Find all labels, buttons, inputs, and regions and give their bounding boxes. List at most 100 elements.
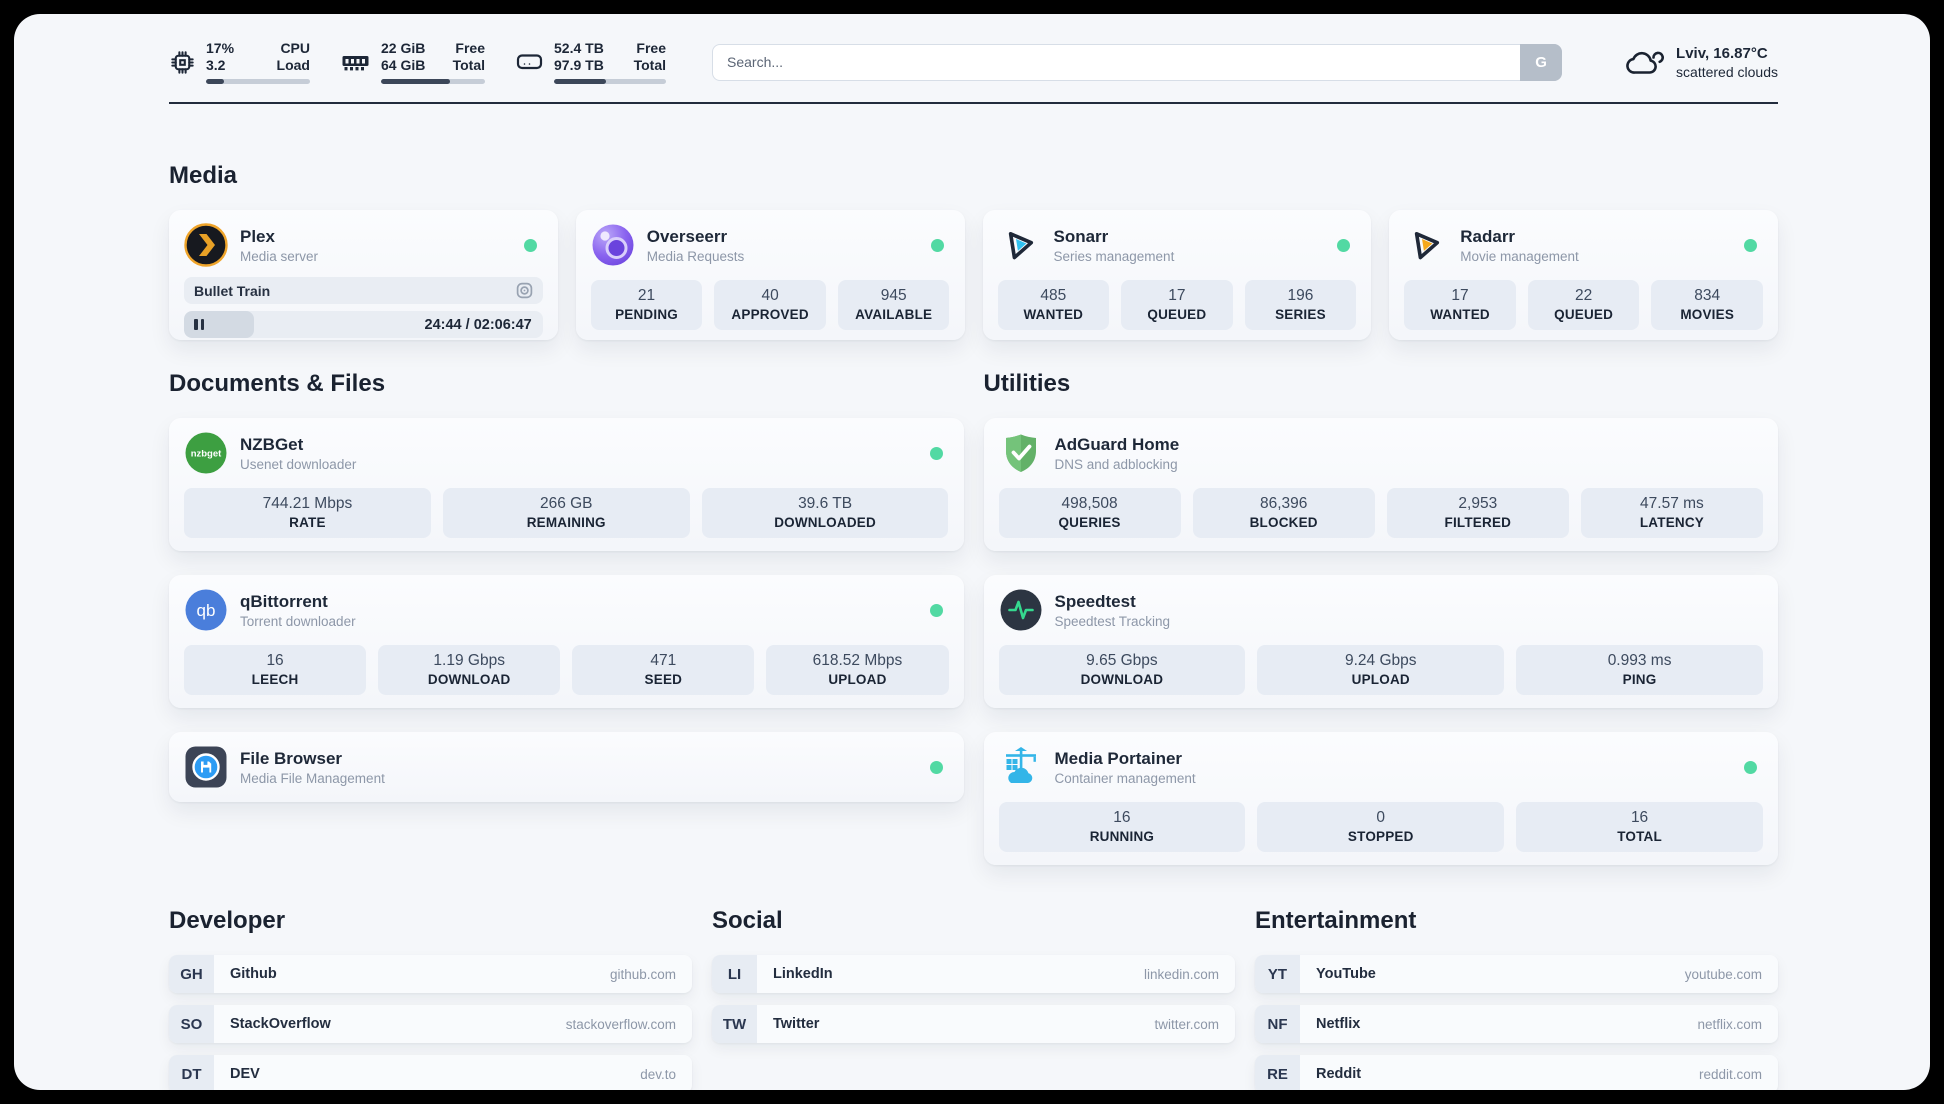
utilities-column: Utilities AdGuard Home DNS and adblockin… bbox=[983, 340, 1778, 865]
svg-text:qb: qb bbox=[197, 601, 216, 620]
app-card-sonarr[interactable]: Sonarr Series management 485 WANTED 17 QUE… bbox=[982, 210, 1372, 340]
stat-box: 39.6 TB DOWNLOADED bbox=[701, 488, 949, 538]
disk-icon bbox=[516, 54, 543, 70]
link-abbr-badge: LI bbox=[712, 955, 757, 993]
metric-value: 64 GiB bbox=[381, 57, 426, 73]
link-name: StackOverflow bbox=[230, 1016, 331, 1032]
app-name: File Browser bbox=[240, 748, 343, 768]
status-online-dot bbox=[929, 446, 943, 460]
media-cards-row: Plex Media server Bullet Train 24:44 / 0… bbox=[169, 210, 1778, 340]
video-icon bbox=[516, 282, 533, 299]
links-column-social: Social LI LinkedIn linkedin.com TW Twitt… bbox=[712, 865, 1235, 1043]
link-row-netflix[interactable]: NF Netflix netflix.com bbox=[1255, 1005, 1778, 1043]
app-card-adguard[interactable]: AdGuard Home DNS and adblocking 498,508 Q… bbox=[983, 418, 1778, 551]
stat-box: 86,396 BLOCKED bbox=[1192, 488, 1375, 538]
link-row-github[interactable]: GH Github github.com bbox=[169, 955, 692, 993]
stat-box: 945 AVAILABLE bbox=[837, 280, 950, 330]
link-row-stackoverflow[interactable]: SO StackOverflow stackoverflow.com bbox=[169, 1005, 692, 1043]
links-column-developer: Developer GH Github github.com SO StackO… bbox=[169, 865, 692, 1090]
link-url: youtube.com bbox=[1684, 966, 1762, 982]
app-name: Plex bbox=[240, 226, 275, 246]
link-name: Github bbox=[230, 966, 277, 982]
app-card-speedtest[interactable]: Speedtest Speedtest Tracking 9.65 Gbps DO… bbox=[983, 575, 1778, 708]
stat-box: 498,508 QUERIES bbox=[998, 488, 1181, 538]
app-name: NZBGet bbox=[240, 434, 304, 454]
app-name: Media Portainer bbox=[1054, 748, 1183, 768]
app-card-radarr[interactable]: Radarr Movie management 17 WANTED 22 QUEUE… bbox=[1389, 210, 1778, 340]
search-engine-button[interactable]: G bbox=[1520, 43, 1563, 81]
svg-text:nzbget: nzbget bbox=[191, 449, 222, 460]
cpu-progress-fill bbox=[206, 79, 224, 84]
documents-column: Documents & Files nzbget NZBGet Usenet d… bbox=[169, 340, 964, 802]
cpu-metric: 17% CPU 3.2 Load bbox=[169, 40, 310, 84]
link-name: LinkedIn bbox=[773, 966, 833, 982]
link-abbr-badge: TW bbox=[712, 1005, 757, 1043]
stat-box: 744.21 Mbps RATE bbox=[184, 488, 431, 538]
ram-progressbar bbox=[381, 79, 485, 84]
search-bar: G bbox=[712, 43, 1563, 81]
status-online-dot bbox=[929, 760, 943, 774]
link-name: YouTube bbox=[1316, 966, 1376, 982]
app-subtitle: Media File Management bbox=[240, 770, 385, 786]
app-card-portainer[interactable]: Media Portainer Container management 16 R… bbox=[983, 732, 1778, 865]
pause-icon bbox=[194, 319, 204, 330]
disk-metric: 52.4 TB Free 97.9 TB Total bbox=[515, 40, 666, 84]
link-name: Netflix bbox=[1316, 1016, 1361, 1032]
metric-label: CPU bbox=[280, 40, 310, 56]
stat-box: 266 GB REMAINING bbox=[442, 488, 690, 538]
link-abbr-badge: NF bbox=[1255, 1005, 1300, 1043]
stat-box: 9.24 Gbps UPLOAD bbox=[1257, 645, 1505, 695]
app-card-qbittorrent[interactable]: qb qBittorrent Torrent downloader 16 LEEC… bbox=[169, 575, 964, 708]
app-subtitle: Movie management bbox=[1460, 248, 1579, 264]
app-name: Radarr bbox=[1460, 226, 1516, 246]
qbittorrent-icon: qb bbox=[185, 589, 227, 631]
stat-box: 21 PENDING bbox=[590, 280, 703, 330]
stat-box: 16 LEECH bbox=[184, 645, 367, 695]
app-card-filebrowser[interactable]: File Browser Media File Management bbox=[169, 732, 964, 802]
link-abbr-badge: GH bbox=[169, 955, 214, 993]
metric-value: 3.2 bbox=[206, 57, 226, 73]
link-url: reddit.com bbox=[1698, 1066, 1762, 1082]
stat-box: 17 QUEUED bbox=[1121, 280, 1233, 330]
link-url: dev.to bbox=[640, 1066, 676, 1082]
stat-box: 618.52 Mbps UPLOAD bbox=[766, 645, 949, 695]
link-row-youtube[interactable]: YT YouTube youtube.com bbox=[1255, 955, 1778, 993]
link-url: netflix.com bbox=[1697, 1016, 1762, 1032]
weather-location: Lviv, 16.87°C bbox=[1676, 44, 1768, 62]
app-card-overseerr[interactable]: Overseerr Media Requests 21 PENDING 40 APP… bbox=[575, 210, 965, 340]
link-row-reddit[interactable]: RE Reddit reddit.com bbox=[1255, 1055, 1778, 1090]
link-row-linkedin[interactable]: LI LinkedIn linkedin.com bbox=[712, 955, 1235, 993]
ram-icon bbox=[342, 56, 369, 71]
section-title-entertainment: Entertainment bbox=[1255, 907, 1417, 934]
app-card-nzbget[interactable]: nzbget NZBGet Usenet downloader 744.21 M… bbox=[169, 418, 964, 551]
playback-progress-fill bbox=[184, 311, 254, 338]
app-subtitle: Usenet downloader bbox=[240, 456, 357, 472]
app-subtitle: Media server bbox=[240, 248, 319, 264]
playback-time: 24:44 / 02:06:47 bbox=[424, 316, 532, 333]
search-input[interactable] bbox=[712, 43, 1563, 81]
playback-progressbar: 24:44 / 02:06:47 bbox=[184, 311, 543, 338]
section-title-social: Social bbox=[712, 907, 783, 934]
link-row-dev[interactable]: DT DEV dev.to bbox=[169, 1055, 692, 1090]
app-card-plex[interactable]: Plex Media server Bullet Train 24:44 / 0… bbox=[169, 210, 558, 340]
portainer-icon bbox=[1005, 747, 1036, 783]
stat-box: 196 SERIES bbox=[1244, 280, 1357, 330]
link-abbr-badge: DT bbox=[169, 1055, 214, 1090]
link-abbr-badge: SO bbox=[169, 1005, 214, 1043]
metric-value: 22 GiB bbox=[381, 40, 426, 56]
app-name: Sonarr bbox=[1053, 226, 1109, 246]
stat-box: 47.57 ms LATENCY bbox=[1580, 488, 1763, 538]
link-row-twitter[interactable]: TW Twitter twitter.com bbox=[712, 1005, 1235, 1043]
weather-widget: Lviv, 16.87°C scattered clouds bbox=[1624, 45, 1778, 80]
status-online-dot bbox=[1744, 760, 1757, 774]
stat-box: 0.993 ms PING bbox=[1516, 645, 1763, 695]
metric-label: Free bbox=[455, 40, 485, 56]
cpu-icon bbox=[171, 50, 194, 74]
link-url: stackoverflow.com bbox=[565, 1016, 676, 1032]
stat-box: 2,953 FILTERED bbox=[1386, 488, 1569, 538]
link-url: github.com bbox=[609, 966, 676, 982]
stat-box: 17 WANTED bbox=[1404, 280, 1516, 330]
metric-label: Total bbox=[452, 57, 485, 73]
stat-box: 9.65 Gbps DOWNLOAD bbox=[998, 645, 1246, 695]
filebrowser-icon bbox=[185, 746, 227, 788]
